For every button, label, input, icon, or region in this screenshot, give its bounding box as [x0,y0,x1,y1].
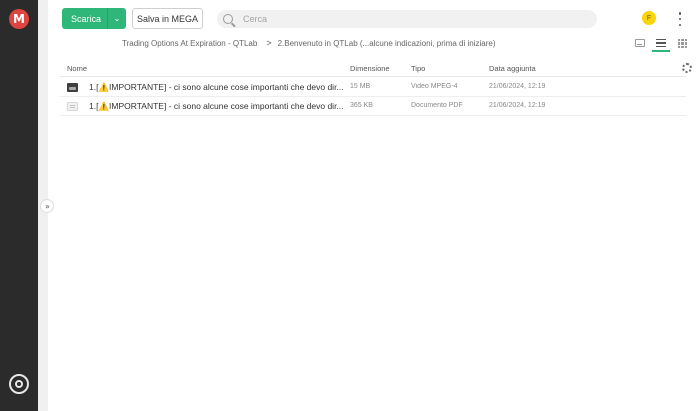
more-options-icon[interactable] [677,12,683,26]
search-icon [223,14,233,24]
file-date: 21/06/2024, 12:19 [489,102,546,109]
list-view-icon[interactable] [654,36,668,50]
file-name[interactable]: 1.[⚠️IMPORTANTE] - ci sono alcune cose i… [89,82,343,93]
pdf-file-icon [67,102,78,111]
breadcrumb-separator-icon: > [266,38,272,48]
column-header-name[interactable]: Nome [67,64,87,73]
mega-file-browser: M » Scarica ⌄ Salva in MEGA F Trading Op… [0,0,700,411]
breadcrumb-parent[interactable]: Trading Options At Expiration - QTLab [122,39,257,48]
file-size: 15 MB [350,83,371,90]
file-date: 21/06/2024, 12:19 [489,83,546,90]
file-type: Documento PDF [411,102,463,109]
left-rail: M [0,0,38,411]
breadcrumb: Trading Options At Expiration - QTLab > … [122,38,495,48]
download-button[interactable]: Scarica ⌄ [62,8,126,29]
video-file-icon [67,83,78,92]
search-bar[interactable] [217,10,597,28]
search-input[interactable] [243,14,543,24]
table-row[interactable]: 1.[⚠️IMPORTANTE] - ci sono alcune cose i… [60,97,686,116]
table-header: Nome Dimensione Tipo Data aggiunta [60,60,686,77]
transfer-manager-icon[interactable] [9,374,29,394]
file-name[interactable]: 1.[⚠️IMPORTANTE] - ci sono alcune cose i… [89,101,343,112]
file-type: Video MPEG-4 [411,83,458,90]
chevron-down-icon[interactable]: ⌄ [107,8,126,29]
column-header-size[interactable]: Dimensione [350,64,390,73]
table-row[interactable]: 1.[⚠️IMPORTANTE] - ci sono alcune cose i… [60,78,686,97]
download-button-label[interactable]: Scarica [62,14,107,24]
thumbnail-view-icon[interactable] [635,39,645,47]
column-header-type[interactable]: Tipo [411,64,425,73]
expand-sidebar-icon[interactable]: » [40,199,54,213]
mega-logo-icon[interactable]: M [9,9,29,29]
file-size: 365 KB [350,102,373,109]
avatar[interactable]: F [642,11,656,25]
save-to-mega-button[interactable]: Salva in MEGA [132,8,203,29]
grid-view-icon[interactable] [678,39,687,48]
gear-icon[interactable] [682,63,692,73]
breadcrumb-current: 2.Benvenuto in QTLab (...alcune indicazi… [277,38,496,48]
column-header-date[interactable]: Data aggiunta [489,64,536,73]
active-view-indicator [652,50,670,52]
